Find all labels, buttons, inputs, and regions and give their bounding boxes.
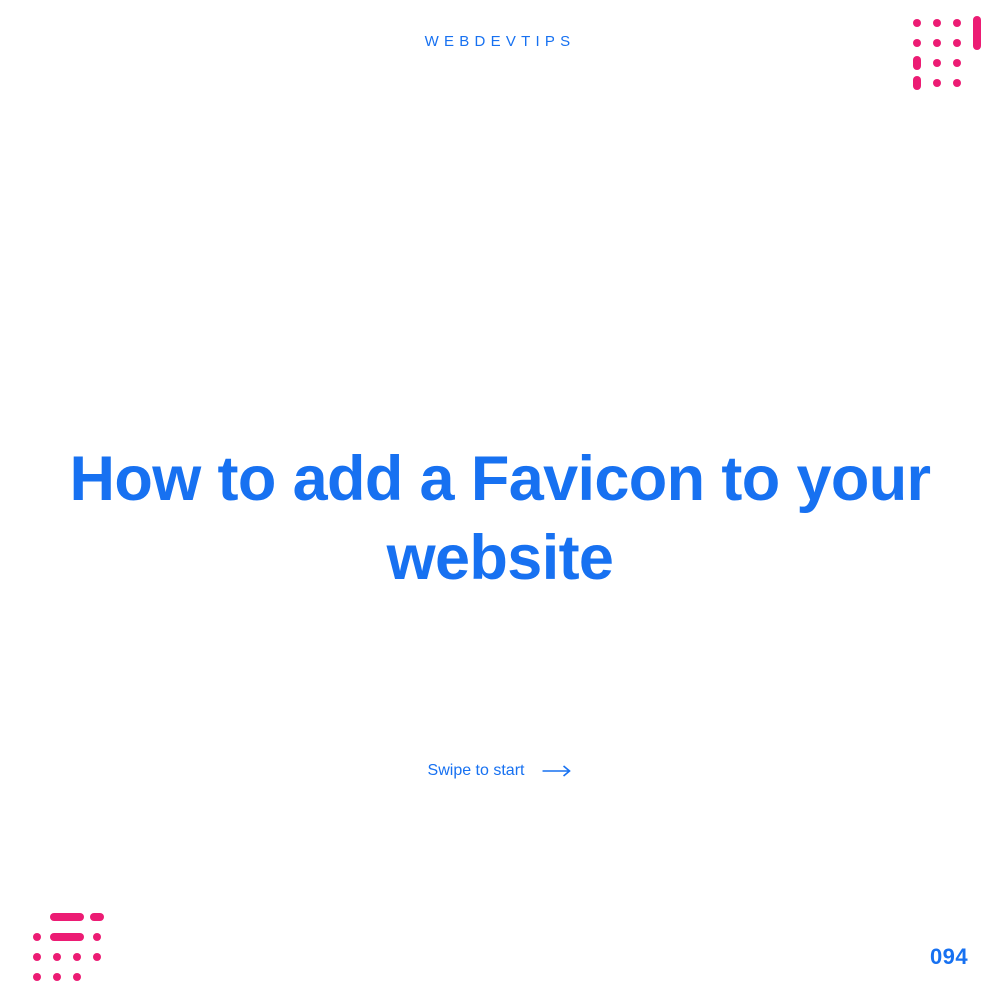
arrow-right-icon	[542, 765, 572, 777]
brand-label: WEBDEVTIPS	[425, 33, 576, 50]
swipe-cta[interactable]: Swipe to start	[428, 762, 573, 780]
swipe-label: Swipe to start	[428, 762, 525, 780]
page-number: 094	[930, 944, 968, 970]
dot-pattern-logo-icon	[30, 910, 104, 984]
dot-pattern-logo-icon	[910, 16, 984, 90]
page-title: How to add a Favicon to your website	[50, 440, 950, 598]
